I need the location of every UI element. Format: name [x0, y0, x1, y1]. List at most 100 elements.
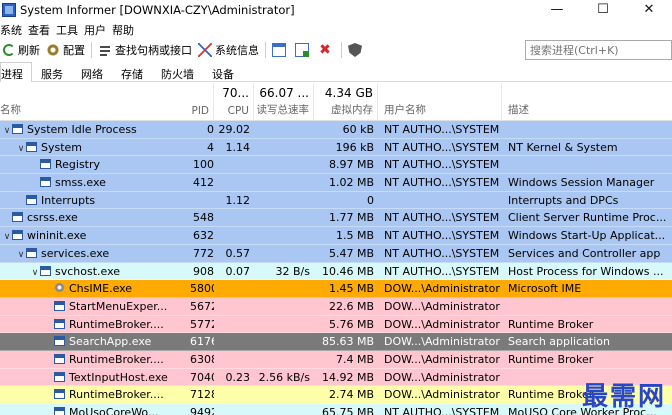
process-row[interactable]: csrss.exe 548 1.77 MB NT AUTHO...\SYSTEM Cli…: [0, 209, 672, 228]
process-cpu: [214, 156, 254, 174]
process-io: [254, 333, 314, 351]
process-name: csrss.exe: [27, 211, 78, 225]
process-io: [254, 174, 314, 192]
process-user: NT AUTHO...\SYSTEM: [384, 406, 500, 415]
process-cpu: [214, 209, 254, 227]
chevron-down-icon[interactable]: ∨: [2, 123, 12, 139]
process-description: Services and Controller app: [508, 246, 661, 260]
process-row[interactable]: RuntimeBroker.... 5772 5.76 MB DOW...\Admin…: [0, 315, 672, 334]
process-window-icon: [54, 407, 65, 415]
find-window-icon: [295, 43, 309, 57]
column-header-io[interactable]: 66.07 ... 读写总速率: [254, 83, 314, 121]
process-row[interactable]: MoUsoCoreWo... 9492 65.75 MB NT AUTHO...\SY…: [0, 404, 672, 415]
process-io: [254, 386, 314, 404]
column-header-cpu[interactable]: 70... CPU: [214, 83, 254, 121]
column-header-desc[interactable]: 描述: [502, 83, 672, 121]
process-user: NT AUTHO...\SYSTEM: [384, 211, 500, 225]
process-name-cell: SearchApp.exe: [0, 333, 190, 351]
process-name-cell: ChsIME.exe: [0, 280, 190, 298]
find-handles-button[interactable]: 查找句柄或接口: [95, 41, 195, 59]
process-description: [508, 121, 672, 139]
process-row[interactable]: ∨ svchost.exe 908 0.07 32 B/s 10.46 MB NT AUTH…: [0, 262, 672, 281]
chevron-down-icon[interactable]: ∨: [16, 247, 26, 263]
maximize-button[interactable]: ☐: [580, 0, 626, 19]
process-name: SearchApp.exe: [69, 335, 152, 349]
gear-icon: [46, 43, 60, 57]
process-row[interactable]: ∨ wininit.exe 632 1.5 MB NT AUTHO...\SYSTEM W…: [0, 227, 672, 245]
process-name: smss.exe: [55, 176, 106, 190]
process-memory: 85.63 MB: [321, 335, 374, 349]
process-io: 32 B/s: [275, 264, 310, 278]
process-row[interactable]: SearchApp.exe 6176 85.63 MB DOW...\Administ…: [0, 333, 672, 351]
process-row[interactable]: TextInputHost.exe 7040 0.23 2.56 kB/s 14.92 …: [0, 368, 672, 387]
process-io: [254, 139, 314, 157]
menu-bar: 系统 查看 工具 用户 帮助: [0, 21, 140, 39]
column-header-mem[interactable]: 4.34 GB 虚拟内存: [314, 83, 378, 121]
process-name: services.exe: [41, 246, 110, 260]
process-description: NT Kernel & System: [508, 140, 618, 154]
process-row[interactable]: ChsIME.exe 5800 1.45 MB DOW...\Administrato…: [0, 280, 672, 298]
process-pid: [190, 192, 214, 210]
process-row[interactable]: RuntimeBroker.... 7128 2.74 MB DOW...\Admin…: [0, 386, 672, 404]
process-row[interactable]: Registry 100 8.97 MB NT AUTHO...\SYSTEM: [0, 156, 672, 175]
process-io: [254, 227, 314, 245]
process-window-icon: [54, 371, 65, 382]
tab-services[interactable]: 服务: [32, 62, 72, 82]
process-name-cell: ∨ System Idle Process: [0, 121, 190, 139]
process-row[interactable]: StartMenuExper... 5672 22.6 MB DOW...\Admin…: [0, 297, 672, 316]
column-header-name[interactable]: 名称 PID: [0, 83, 214, 121]
tab-network[interactable]: 网络: [72, 62, 112, 82]
process-pid: 4: [207, 140, 214, 154]
process-name-cell: Registry: [0, 156, 190, 174]
process-row[interactable]: ∨ System Idle Process 0 29.02 60 kB NT AUTHO.…: [0, 121, 672, 139]
process-window-icon: [40, 265, 51, 276]
system-info-label: 系统信息: [215, 44, 259, 57]
chevron-down-icon[interactable]: ∨: [2, 229, 12, 245]
toolbar-separator: [341, 42, 342, 58]
process-user: NT AUTHO...\SYSTEM: [384, 229, 500, 243]
show-window-button[interactable]: [269, 41, 292, 59]
process-user: DOW...\Administrator: [384, 388, 500, 402]
process-row[interactable]: smss.exe 412 1.02 MB NT AUTHO...\SYSTEM Wind…: [0, 174, 672, 192]
tab-processes[interactable]: 进程: [0, 62, 32, 82]
process-user: NT AUTHO...\SYSTEM: [384, 140, 500, 154]
process-row[interactable]: Interrupts 1.12 0 Interrupts and DPCs: [0, 191, 672, 210]
process-row[interactable]: RuntimeBroker.... 6308 7.4 MB DOW...\Admini…: [0, 350, 672, 369]
find-window-button[interactable]: [292, 41, 315, 59]
shield-button[interactable]: [345, 41, 368, 59]
tab-firewall[interactable]: 防火墙: [152, 62, 203, 82]
process-row[interactable]: ∨ services.exe 772 0.57 5.47 MB NT AUTHO...\S…: [0, 244, 672, 263]
process-memory: 1.77 MB: [328, 211, 374, 225]
menu-users[interactable]: 用户: [84, 22, 112, 38]
refresh-button[interactable]: 刷新: [0, 41, 43, 59]
process-description: Search application: [508, 335, 610, 349]
toolbar-separator: [265, 42, 266, 58]
process-name-cell: ∨ services.exe: [0, 245, 190, 263]
process-name: Registry: [55, 158, 101, 172]
close-button[interactable]: ✕: [626, 0, 672, 19]
process-user: DOW...\Administrator: [384, 352, 500, 366]
options-button[interactable]: 配置: [43, 41, 88, 59]
process-name-cell: StartMenuExper...: [0, 298, 190, 316]
minimize-button[interactable]: —: [534, 0, 580, 19]
tab-devices[interactable]: 设备: [203, 62, 243, 82]
title-bar: System Informer [DOWNXIA-CZY\Administrat…: [0, 0, 672, 19]
menu-view[interactable]: 查看: [28, 22, 56, 38]
process-user: DOW...\Administrator: [384, 335, 500, 349]
menu-system[interactable]: 系统: [0, 22, 28, 38]
chevron-down-icon[interactable]: ∨: [30, 265, 40, 281]
system-info-icon: [198, 43, 212, 57]
column-header-user[interactable]: 用户名称: [378, 83, 502, 121]
process-name: ChsIME.exe: [69, 282, 133, 296]
system-info-button[interactable]: 系统信息: [195, 41, 262, 59]
terminate-button[interactable]: ✖: [315, 41, 338, 59]
tab-disk[interactable]: 存储: [112, 62, 152, 82]
menu-help[interactable]: 帮助: [112, 22, 140, 38]
menu-tools[interactable]: 工具: [56, 22, 84, 38]
search-input[interactable]: [525, 40, 672, 60]
chevron-down-icon[interactable]: ∨: [16, 141, 26, 157]
process-row[interactable]: ∨ System 4 1.14 196 kB NT AUTHO...\SYSTEM NT K…: [0, 138, 672, 157]
process-name: StartMenuExper...: [69, 299, 168, 313]
column-cpu-label: CPU: [227, 105, 249, 117]
process-cpu: 1.12: [225, 193, 251, 207]
